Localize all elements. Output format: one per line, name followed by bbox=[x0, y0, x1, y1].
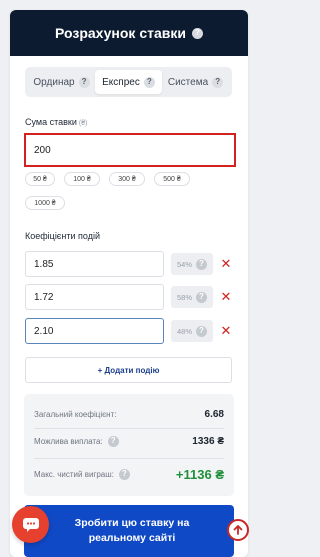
remove-odd-close-icon[interactable]: ✕ bbox=[218, 287, 234, 307]
stake-field-highlight bbox=[24, 133, 236, 167]
probability-value: 58% bbox=[176, 292, 192, 302]
odd-input[interactable]: 1.85 bbox=[25, 251, 164, 277]
chat-icon bbox=[22, 517, 39, 532]
total-coefficient-value: 6.68 bbox=[204, 408, 224, 420]
scroll-top-button[interactable] bbox=[227, 519, 249, 541]
tab-express[interactable]: Експрес ? bbox=[95, 70, 162, 94]
probability-badge: 54% ? bbox=[171, 253, 213, 275]
stake-currency-hint: (₴) bbox=[78, 120, 88, 127]
page-title: Розрахунок ставки bbox=[55, 25, 186, 41]
tab-single-label: Ординар bbox=[33, 76, 75, 88]
tab-system-label: Система bbox=[167, 76, 209, 88]
place-bet-button[interactable]: Зробити цю ставку на реальному сайті bbox=[24, 505, 234, 557]
total-coefficient-label-text: Загальний коефіцієнт: bbox=[34, 409, 117, 419]
arrow-up-icon bbox=[233, 525, 243, 535]
add-event-button[interactable]: + Додати подію bbox=[25, 357, 232, 383]
tab-express-help-icon[interactable]: ? bbox=[143, 76, 155, 88]
probability-value: 48% bbox=[176, 326, 192, 336]
tab-express-label: Експрес bbox=[102, 76, 140, 88]
remove-odd-close-icon[interactable]: ✕ bbox=[218, 254, 234, 274]
odd-row: 1.72 58% ? ✕ bbox=[25, 284, 240, 310]
quick-amount-500[interactable]: 500 ₴ bbox=[154, 172, 190, 186]
total-coefficient-row: Загальний коефіцієнт: 6.68 bbox=[34, 404, 224, 424]
profit-row: Макс. чистий виграш:? +1136 ₴ bbox=[34, 461, 224, 487]
tab-single[interactable]: Ординар ? bbox=[28, 70, 95, 94]
odd-row: 2.10 48% ? ✕ bbox=[25, 318, 240, 344]
tab-system[interactable]: Система ? bbox=[162, 70, 229, 94]
profit-label-text: Макс. чистий виграш: bbox=[34, 469, 114, 479]
tab-system-help-icon[interactable]: ? bbox=[212, 76, 224, 88]
odd-input[interactable]: 1.72 bbox=[25, 284, 164, 310]
payout-label: Можлива виплата:? bbox=[34, 435, 119, 447]
quick-amount-100[interactable]: 100 ₴ bbox=[64, 172, 100, 186]
chat-button[interactable] bbox=[12, 506, 49, 543]
title-help-icon[interactable]: ? bbox=[191, 27, 203, 39]
payout-value: 1336 ₴ bbox=[192, 435, 224, 447]
summary-divider bbox=[34, 458, 224, 459]
tab-single-help-icon[interactable]: ? bbox=[78, 76, 90, 88]
payout-help-icon[interactable]: ? bbox=[107, 435, 119, 447]
profit-help-icon[interactable]: ? bbox=[118, 468, 130, 480]
payout-row: Можлива виплата:? 1336 ₴ bbox=[34, 431, 224, 451]
bet-type-tabs: Ординар ? Експрес ? Система ? bbox=[25, 67, 232, 97]
probability-badge: 48% ? bbox=[171, 320, 213, 342]
summary-divider bbox=[34, 428, 224, 429]
probability-help-icon[interactable]: ? bbox=[196, 325, 207, 337]
profit-label: Макс. чистий виграш:? bbox=[34, 468, 130, 480]
probability-help-icon[interactable]: ? bbox=[196, 291, 207, 303]
probability-value: 54% bbox=[176, 259, 192, 269]
odd-input[interactable]: 2.10 bbox=[25, 318, 164, 344]
quick-amount-50[interactable]: 50 ₴ bbox=[25, 172, 55, 186]
calculator-header: Розрахунок ставки ? bbox=[10, 10, 248, 56]
payout-label-text: Можлива виплата: bbox=[34, 436, 103, 446]
total-coefficient-label: Загальний коефіцієнт: bbox=[34, 410, 116, 419]
remove-odd-close-icon[interactable]: ✕ bbox=[218, 321, 234, 341]
odds-label: Коефіцієнти подій bbox=[25, 231, 100, 241]
profit-value: +1136 ₴ bbox=[175, 466, 224, 482]
stake-input[interactable] bbox=[31, 139, 231, 161]
bet-calculator-card: Розрахунок ставки ? Ординар ? Експрес ? … bbox=[10, 10, 248, 557]
summary-panel: Загальний коефіцієнт: 6.68 Можлива випла… bbox=[24, 394, 234, 496]
quick-amount-300[interactable]: 300 ₴ bbox=[109, 172, 145, 186]
odd-row: 1.85 54% ? ✕ bbox=[25, 251, 240, 277]
probability-badge: 58% ? bbox=[171, 286, 213, 308]
quick-amount-1000[interactable]: 1000 ₴ bbox=[25, 196, 65, 210]
probability-help-icon[interactable]: ? bbox=[196, 258, 207, 270]
stake-label: Сума ставки (₴) bbox=[25, 117, 87, 127]
stake-label-text: Сума ставки bbox=[25, 117, 77, 127]
